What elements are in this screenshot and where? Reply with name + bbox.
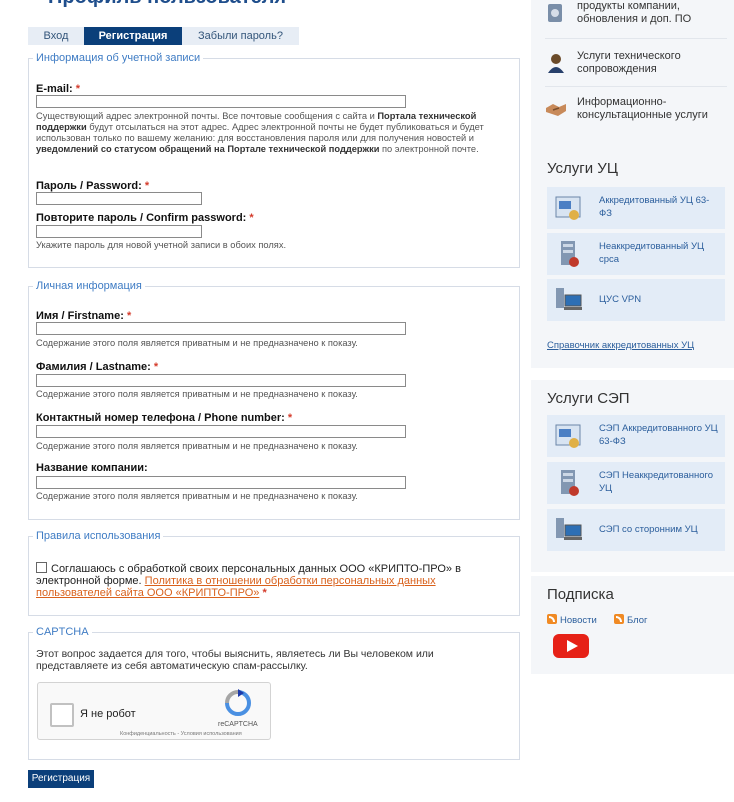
agree-checkbox[interactable] xyxy=(36,562,47,573)
main-content: Профиль пользователя Вход Регистрация За… xyxy=(28,0,520,802)
recaptcha-links[interactable]: Конфиденциальность - Условия использован… xyxy=(120,731,242,737)
uc-card-vpn[interactable]: ЦУС VPN xyxy=(547,279,725,321)
sidebar-services-box: продукты компании, обновления и доп. ПО … xyxy=(531,0,734,150)
handshake-icon xyxy=(546,104,566,116)
rss-icon xyxy=(547,614,557,624)
agree-row: Соглашаюсь с обработкой своих персональн… xyxy=(36,562,461,599)
sidebar-item-support[interactable]: Услуги технического сопровождения xyxy=(545,50,727,76)
certificate-icon xyxy=(555,424,581,448)
password-label: Пароль / Password: * xyxy=(36,180,150,192)
phone-input[interactable] xyxy=(36,425,406,438)
uc-card-accredited[interactable]: Аккредитованный УЦ 63-ФЗ xyxy=(547,187,725,229)
recaptcha-checkbox[interactable] xyxy=(50,703,74,727)
accredited-uc-directory-link[interactable]: Справочник аккредитованных УЦ xyxy=(547,340,694,351)
sidebar-separator xyxy=(545,86,727,87)
sidebar-item-products[interactable]: продукты компании, обновления и доп. ПО xyxy=(545,0,727,26)
rules-legend: Правила использования xyxy=(36,530,161,542)
confirm-password-input[interactable] xyxy=(36,225,202,238)
password-hint: Укажите пароль для новой учетной записи … xyxy=(36,240,287,250)
server-icon xyxy=(561,241,579,267)
uc-card-non-accredited[interactable]: Неаккредитованный УЦ cpca xyxy=(547,233,725,275)
recaptcha-widget: Я не робот reCAPTCHA Конфиденциальность … xyxy=(37,682,271,740)
uc-heading: Услуги УЦ xyxy=(547,160,618,177)
email-input[interactable] xyxy=(36,95,406,108)
tab-login[interactable]: Вход xyxy=(28,27,84,45)
computer-icon xyxy=(556,288,582,310)
recaptcha-brand: reCAPTCHA xyxy=(218,721,258,728)
password-input[interactable] xyxy=(36,192,202,205)
subscribe-heading: Подписка xyxy=(547,586,614,603)
lastname-label: Фамилия / Lastname: * xyxy=(36,361,159,373)
lastname-hint: Содержание этого поля является приватным… xyxy=(36,389,358,399)
sidebar-uc-box: Услуги УЦ Аккредитованный УЦ 63-ФЗ Неакк… xyxy=(531,150,734,368)
captcha-description: Этот вопрос задается для того, чтобы выя… xyxy=(36,648,434,672)
confirm-password-label: Повторите пароль / Confirm password: * xyxy=(36,212,254,224)
news-rss-link[interactable]: Новости xyxy=(547,614,597,626)
sidebar: продукты компании, обновления и доп. ПО … xyxy=(531,0,734,802)
firstname-input[interactable] xyxy=(36,322,406,335)
company-hint: Содержание этого поля является приватным… xyxy=(36,491,358,501)
sep-heading: Услуги СЭП xyxy=(547,390,630,407)
recaptcha-logo-icon xyxy=(225,689,251,716)
youtube-icon[interactable] xyxy=(553,634,589,658)
sidebar-separator xyxy=(545,38,727,39)
sidebar-sep-box: Услуги СЭП СЭП Аккредитованного УЦ 63-ФЗ… xyxy=(531,380,734,572)
tabs: Вход Регистрация Забыли пароль? xyxy=(28,27,299,45)
personal-legend: Личная информация xyxy=(36,280,142,292)
blog-rss-link[interactable]: Блог xyxy=(614,614,648,626)
register-submit-button[interactable]: Регистрация xyxy=(28,770,94,788)
firstname-hint: Содержание этого поля является приватным… xyxy=(36,338,358,348)
computer-icon xyxy=(556,518,582,540)
lastname-input[interactable] xyxy=(36,374,406,387)
recaptcha-label: Я не робот xyxy=(80,708,136,720)
captcha-legend: CAPTCHA xyxy=(36,626,89,638)
phone-label: Контактный номер телефона / Phone number… xyxy=(36,412,293,424)
sidebar-subscribe-box: Подписка Новости Блог xyxy=(531,576,734,674)
company-label: Название компании: xyxy=(36,462,148,474)
sep-card-third-party[interactable]: СЭП со сторонним УЦ xyxy=(547,509,725,551)
tab-forgot-password[interactable]: Забыли пароль? xyxy=(182,27,299,45)
email-hint: Существующий адрес электронной почты. Вс… xyxy=(36,111,484,154)
disk-icon xyxy=(548,4,562,22)
sep-card-accredited[interactable]: СЭП Аккредитованного УЦ 63-ФЗ xyxy=(547,415,725,457)
rss-icon xyxy=(614,614,624,624)
page-title: Профиль пользователя xyxy=(48,0,286,9)
email-label: E-mail: * xyxy=(36,83,81,95)
sep-card-non-accredited[interactable]: СЭП Неаккредитованного УЦ xyxy=(547,462,725,504)
phone-hint: Содержание этого поля является приватным… xyxy=(36,441,358,451)
support-person-icon xyxy=(548,54,564,73)
server-icon xyxy=(561,470,579,496)
firstname-label: Имя / Firstname: * xyxy=(36,310,132,322)
company-input[interactable] xyxy=(36,476,406,489)
certificate-icon xyxy=(555,196,581,220)
sidebar-item-consulting[interactable]: Информационно-консультационные услуги xyxy=(545,96,727,122)
tab-register[interactable]: Регистрация xyxy=(84,27,182,45)
account-legend: Информация об учетной записи xyxy=(36,52,201,64)
